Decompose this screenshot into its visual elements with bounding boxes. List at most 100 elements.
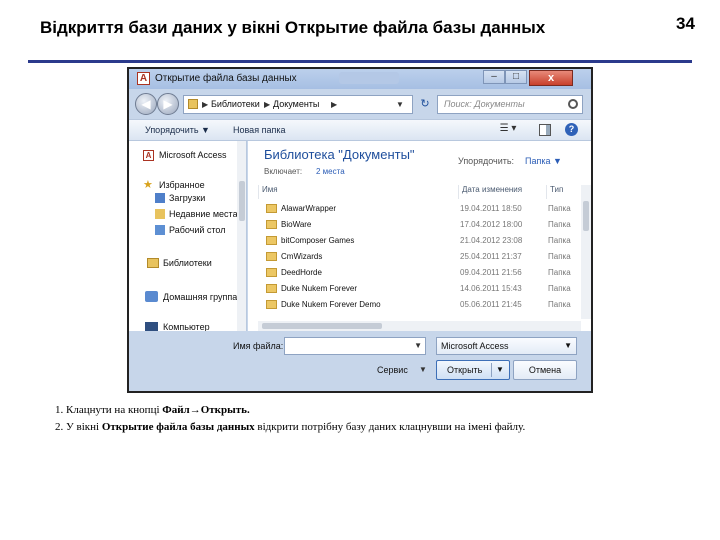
cancel-button[interactable]: Отмена (513, 360, 577, 380)
file-date: 14.06.2011 15:43 (460, 284, 522, 293)
refresh-icon[interactable]: ↻ (415, 95, 435, 114)
split-divider (491, 363, 492, 377)
organize-button[interactable]: Упорядочить ▼ (145, 125, 210, 135)
search-placeholder: Поиск: Документы (444, 99, 525, 109)
minimize-button[interactable]: – (483, 70, 505, 84)
slide-title: Відкриття бази даних у вікні Открытие фа… (40, 18, 546, 37)
file-type-value: Microsoft Access (441, 341, 509, 351)
open-button[interactable]: Открыть ▼ (436, 360, 510, 380)
title-divider (28, 60, 692, 63)
file-row[interactable]: Duke Nukem Forever Demo 05.06.2011 21:45… (248, 297, 578, 313)
chevron-down-icon[interactable]: ▼ (564, 338, 572, 354)
folder-icon (266, 204, 277, 213)
library-includes-label: Включает: (264, 167, 303, 176)
libraries-icon (147, 258, 159, 268)
nav-item-desktop[interactable]: Рабочий стол (169, 225, 226, 235)
file-type: Папка (548, 204, 571, 213)
access-icon: A (137, 72, 150, 85)
file-row[interactable]: DeedHorde 09.04.2011 21:56 Папка (248, 265, 578, 281)
library-locations-link[interactable]: 2 места (316, 167, 345, 176)
nav-scrollbar[interactable] (237, 141, 246, 331)
view-options-icon[interactable]: ☰ ▾ (497, 123, 519, 137)
file-name[interactable]: bitComposer Games (281, 236, 354, 245)
navigation-pane: A Microsoft Access ★ Избранное Загрузки … (129, 141, 247, 331)
chevron-right-icon[interactable]: ▶ (202, 96, 208, 113)
folder-icon (266, 268, 277, 277)
file-row[interactable]: CmWizards 25.04.2011 21:37 Папка (248, 249, 578, 265)
new-folder-button[interactable]: Новая папка (233, 125, 285, 135)
chevron-down-icon[interactable]: ▼ (496, 361, 504, 379)
close-button[interactable]: x (529, 70, 573, 86)
file-type-select[interactable]: Microsoft Access ▼ (436, 337, 577, 355)
breadcrumb-documents[interactable]: Документы (273, 96, 319, 113)
file-name[interactable]: Duke Nukem Forever (281, 284, 357, 293)
open-file-dialog: A Открытие файла базы данных – □ x ◀ ▶ ▶… (127, 67, 593, 393)
file-date: 25.04.2011 21:37 (460, 252, 522, 261)
help-icon[interactable]: ? (565, 123, 578, 136)
folder-icon (266, 220, 277, 229)
downloads-icon (155, 193, 165, 203)
forward-button[interactable]: ▶ (157, 93, 179, 115)
search-icon[interactable] (568, 99, 578, 109)
nav-item-recent-places[interactable]: Недавние места (169, 209, 238, 219)
step-2-dialog-name: Открытие файла базы данных (101, 421, 255, 433)
nav-item-microsoft-access[interactable]: Microsoft Access (159, 150, 227, 160)
chevron-right-icon[interactable]: ▶ (331, 96, 337, 113)
file-type: Папка (548, 236, 571, 245)
column-header-date[interactable]: Дата изменения (458, 185, 546, 199)
file-type: Папка (548, 268, 571, 277)
file-name[interactable]: Duke Nukem Forever Demo (281, 300, 381, 309)
computer-icon (145, 322, 158, 331)
chevron-down-icon[interactable]: ▼ (419, 365, 427, 374)
dialog-titlebar[interactable]: A Открытие файла базы данных – □ x (129, 69, 591, 89)
chevron-down-icon[interactable]: ▼ (414, 341, 422, 350)
filename-label: Имя файла: (233, 341, 284, 351)
filename-input[interactable]: ▼ (284, 337, 426, 355)
search-input[interactable]: Поиск: Документы (437, 95, 583, 114)
file-date: 17.04.2012 18:00 (460, 220, 523, 229)
breadcrumb-libraries[interactable]: Библиотеки (211, 96, 260, 113)
arrange-by-label: Упорядочить: (458, 156, 515, 166)
horizontal-scrollbar-thumb[interactable] (262, 323, 382, 329)
file-list-pane: Библиотека "Документы" Включает: 2 места… (248, 141, 591, 331)
preview-pane-icon[interactable] (539, 124, 551, 136)
step-2-text: 2. У вікні (55, 421, 102, 433)
file-name[interactable]: CmWizards (281, 252, 322, 261)
column-header-name[interactable]: Имя (258, 185, 458, 199)
nav-item-downloads[interactable]: Загрузки (169, 193, 205, 203)
file-name[interactable]: BioWare (281, 220, 311, 229)
file-type: Папка (548, 220, 571, 229)
chevron-down-icon[interactable]: ▼ (396, 96, 404, 113)
file-name[interactable]: AlawarWrapper (281, 204, 336, 213)
titlebar-reflection (339, 72, 399, 84)
nav-item-favorites[interactable]: Избранное (159, 180, 205, 190)
folder-icon (266, 284, 277, 293)
nav-item-libraries[interactable]: Библиотеки (163, 258, 212, 268)
vertical-scrollbar-thumb[interactable] (583, 201, 589, 231)
file-row[interactable]: bitComposer Games 21.04.2012 23:08 Папка (248, 233, 578, 249)
nav-scrollbar-thumb[interactable] (239, 181, 245, 221)
instructions: 1. Клацнути на кнопці Файл→Открыть. 2. У… (55, 402, 715, 436)
maximize-button[interactable]: □ (505, 70, 527, 84)
nav-item-homegroup[interactable]: Домашняя группа (163, 292, 237, 302)
star-icon: ★ (143, 179, 153, 191)
chevron-right-icon[interactable]: ▶ (264, 96, 270, 113)
address-bar[interactable]: ▶ Библиотеки ▶ Документы ▶ ▼ (183, 95, 413, 114)
file-date: 21.04.2012 23:08 (460, 236, 523, 245)
column-header-type[interactable]: Тип (546, 185, 581, 199)
file-date: 09.04.2011 21:56 (460, 268, 522, 277)
file-row[interactable]: BioWare 17.04.2012 18:00 Папка (248, 217, 578, 233)
arrange-by-dropdown[interactable]: Папка ▼ (525, 156, 562, 166)
dialog-title: Открытие файла базы данных (155, 73, 297, 84)
page-number: 34 (676, 14, 695, 33)
address-bar-row: ◀ ▶ ▶ Библиотеки ▶ Документы ▶ ▼ ↻ Поиск… (129, 89, 591, 119)
step-2: 2. У вікні Открытие файла базы данных ві… (55, 419, 715, 436)
nav-item-computer[interactable]: Компьютер (163, 322, 210, 331)
file-row[interactable]: AlawarWrapper 19.04.2011 18:50 Папка (248, 201, 578, 217)
recent-places-icon (155, 209, 165, 219)
file-row[interactable]: Duke Nukem Forever 14.06.2011 15:43 Папк… (248, 281, 578, 297)
back-button[interactable]: ◀ (135, 93, 157, 115)
tools-button[interactable]: Сервис (377, 365, 408, 375)
file-name[interactable]: DeedHorde (281, 268, 322, 277)
step-1-command: Файл→Открыть. (162, 404, 250, 416)
